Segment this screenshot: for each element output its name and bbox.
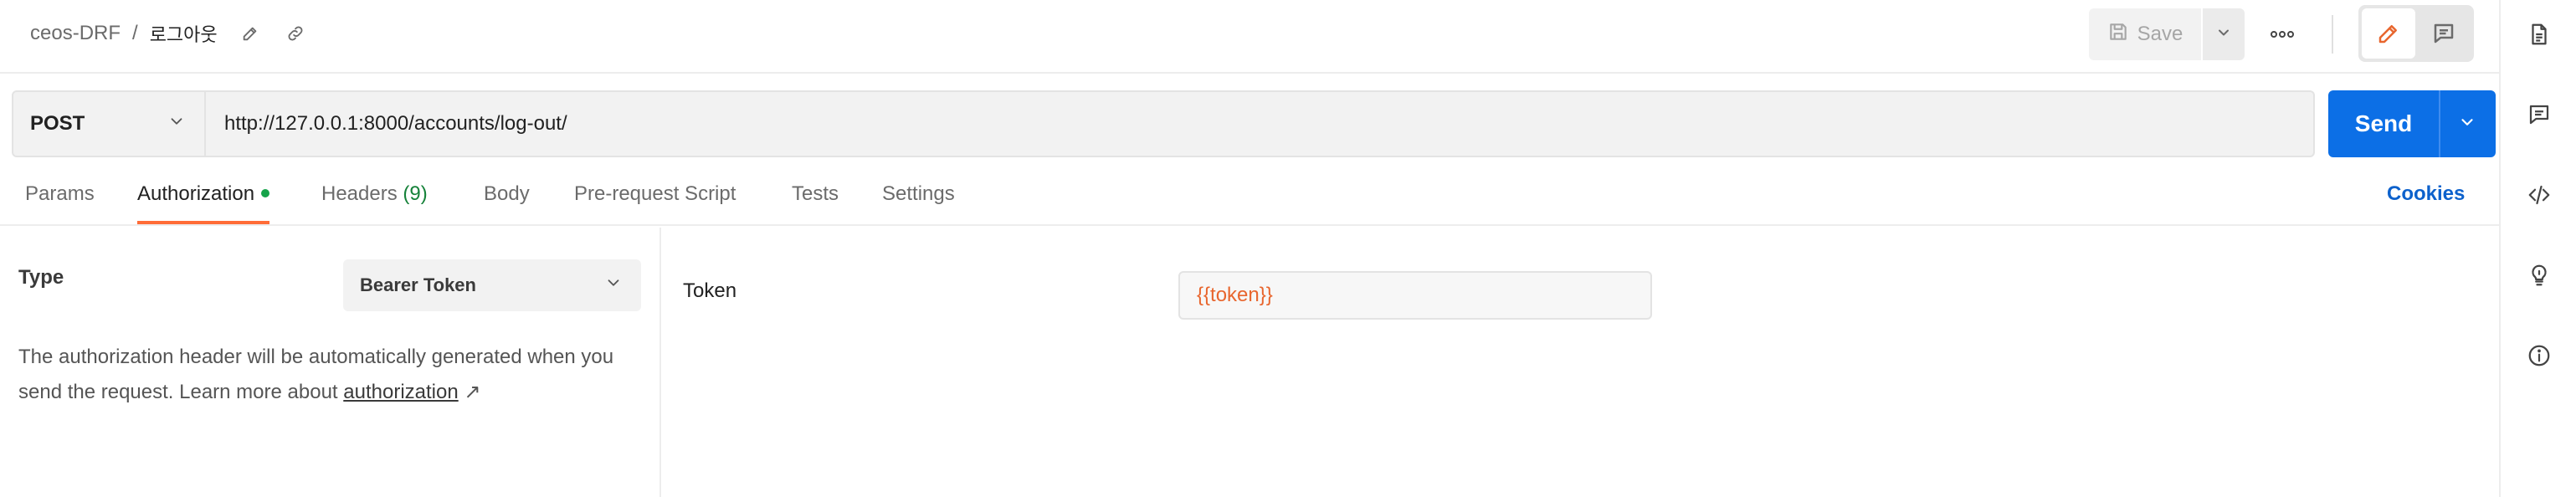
tab-label: Body [484, 182, 530, 205]
breadcrumb-separator: / [132, 22, 138, 44]
token-label: Token [683, 279, 737, 302]
token-value: {{token}} [1197, 284, 1273, 306]
external-link-icon: ↗ [464, 381, 481, 403]
cookies-link[interactable]: Cookies [2387, 182, 2465, 206]
edit-icon[interactable] [236, 19, 264, 48]
save-button[interactable]: Save [2089, 8, 2201, 60]
divider [2332, 15, 2333, 54]
breadcrumb: ceos-DRF / 로그아웃 [30, 18, 310, 49]
mode-toggle [2358, 5, 2474, 62]
link-icon[interactable] [281, 19, 310, 48]
save-group: Save [2089, 8, 2245, 60]
comment-icon[interactable] [2501, 94, 2576, 136]
more-icon[interactable] [2263, 15, 2301, 54]
breadcrumb-request-name[interactable]: 로그아웃 [150, 20, 218, 47]
chevron-down-icon [167, 112, 186, 136]
send-button-group: Send [2328, 90, 2496, 157]
comment-icon[interactable] [2417, 8, 2471, 59]
status-dot [261, 188, 270, 197]
info-icon[interactable] [2501, 335, 2576, 377]
authorization-link[interactable]: authorization [343, 381, 458, 403]
auth-description-text: The authorization header will be automat… [18, 346, 614, 403]
tab-label: Tests [792, 182, 839, 205]
method-select[interactable]: POST [12, 90, 206, 157]
tab-params[interactable]: Params [25, 182, 95, 224]
tab-body[interactable]: Body [484, 182, 530, 224]
method-value: POST [30, 112, 85, 135]
send-dropdown-button[interactable] [2439, 90, 2494, 157]
auth-type-select[interactable]: Bearer Token [343, 259, 641, 311]
right-sidebar [2499, 0, 2576, 497]
pencil-icon[interactable] [2362, 8, 2415, 59]
save-label: Save [2137, 23, 2183, 45]
tab-settings[interactable]: Settings [882, 182, 955, 224]
save-icon [2107, 21, 2129, 49]
tab-prerequest-script[interactable]: Pre-request Script [574, 182, 736, 224]
save-dropdown-button[interactable] [2203, 8, 2245, 60]
tab-label: Params [25, 182, 95, 205]
request-header: ceos-DRF / 로그아웃 Save [0, 0, 2499, 74]
lightbulb-icon[interactable] [2501, 254, 2576, 296]
document-icon[interactable] [2501, 13, 2576, 55]
token-input[interactable]: {{token}} [1178, 271, 1652, 320]
auth-type-label: Type [18, 266, 64, 289]
url-value: http://127.0.0.1:8000/accounts/log-out/ [224, 112, 567, 135]
url-bar: POST http://127.0.0.1:8000/accounts/log-… [12, 90, 2496, 157]
code-icon[interactable] [2501, 174, 2576, 216]
chevron-down-icon [2458, 113, 2476, 136]
chevron-down-icon [604, 274, 623, 297]
tab-label: Pre-request Script [574, 182, 736, 205]
chevron-down-icon [2215, 24, 2232, 45]
tab-headers[interactable]: Headers (9) [321, 182, 428, 224]
tab-label: Headers [321, 182, 398, 205]
request-tabs: Params Authorization Headers (9) Body Pr… [0, 167, 2499, 226]
auth-type-value: Bearer Token [360, 274, 476, 295]
url-input[interactable]: http://127.0.0.1:8000/accounts/log-out/ [206, 90, 2315, 157]
tab-label: Settings [882, 182, 955, 205]
auth-description: The authorization header will be automat… [18, 340, 654, 410]
headers-count: (9) [403, 182, 428, 205]
tab-authorization[interactable]: Authorization [137, 182, 270, 224]
tab-label: Authorization [137, 182, 255, 205]
request-editor: ceos-DRF / 로그아웃 Save POST http://127.0.0… [0, 0, 2499, 497]
tab-tests[interactable]: Tests [792, 182, 839, 224]
send-button[interactable]: Send [2328, 90, 2439, 157]
auth-type-panel: Type Bearer Token The authorization head… [0, 228, 661, 497]
breadcrumb-collection[interactable]: ceos-DRF [30, 22, 121, 45]
